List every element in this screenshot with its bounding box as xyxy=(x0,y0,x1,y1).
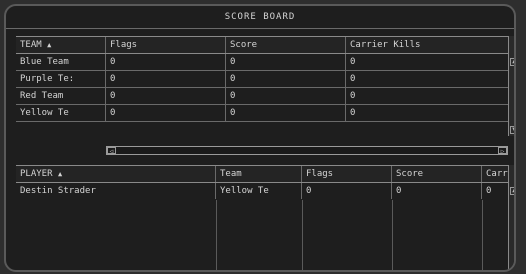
team-table: TEAM ▲ Flags Score Carrier Kills Blue Te… xyxy=(16,36,514,137)
player-column-label: PLAYER xyxy=(20,169,53,179)
team-name: Red Team xyxy=(16,88,106,104)
team-score: 0 xyxy=(226,105,346,121)
carrier-kills-column-header[interactable]: Carrier Kills xyxy=(346,37,514,53)
team-carrier-kills: 0 xyxy=(350,108,356,118)
team-flags: 0 xyxy=(106,71,226,87)
team-carrier-kills: 0 xyxy=(350,91,356,101)
team-carrier-kills: 0 xyxy=(350,74,356,84)
team-row[interactable]: Purple Te: 0 0 0 xyxy=(16,71,514,88)
scoreboard-panel: SCORE BOARD TEAM ▲ Flags Score Carrier K… xyxy=(4,4,516,272)
flags-column-header[interactable]: Flags xyxy=(302,166,392,182)
team-name: Purple Te: xyxy=(16,71,106,87)
team-row[interactable]: Blue Team 0 0 0 xyxy=(16,54,514,71)
scoreboard-title: SCORE BOARD xyxy=(224,12,296,22)
team-row[interactable]: Red Team 0 0 0 xyxy=(16,88,514,105)
team-flags: 0 xyxy=(106,88,226,104)
score-column-header[interactable]: Score xyxy=(226,37,346,53)
team-carrier-kills: 0 xyxy=(350,57,356,67)
player-column-header[interactable]: PLAYER ▲ xyxy=(16,166,216,182)
scroll-left-icon[interactable]: ◁ xyxy=(107,147,116,155)
scroll-up-icon[interactable]: ▲ xyxy=(510,58,514,66)
team-column-header[interactable]: TEAM ▲ xyxy=(16,37,106,53)
title-divider xyxy=(6,28,514,29)
player-team: Yellow Te xyxy=(216,183,302,199)
sort-ascending-icon: ▲ xyxy=(57,170,63,178)
scroll-right-icon[interactable]: ▷ xyxy=(498,147,507,155)
team-name: Yellow Te xyxy=(16,105,106,121)
column-divider xyxy=(482,200,483,270)
player-row[interactable]: Destin Strader Yellow Te 0 0 0 xyxy=(16,183,514,199)
column-divider xyxy=(302,200,303,270)
player-table-vertical-scrollbar[interactable]: ▲ xyxy=(508,165,514,270)
team-score: 0 xyxy=(226,54,346,70)
score-column-header[interactable]: Score xyxy=(392,166,482,182)
team-column-label: TEAM xyxy=(20,40,42,50)
team-table-vertical-scrollbar[interactable]: ▲ ▼ xyxy=(508,36,514,136)
team-table-horizontal-scrollbar[interactable]: ◁ ▷ xyxy=(106,146,508,155)
team-flags: 0 xyxy=(106,54,226,70)
player-table-header: PLAYER ▲ Team Flags Score Carr xyxy=(16,166,514,183)
flags-column-header[interactable]: Flags xyxy=(106,37,226,53)
team-column-header[interactable]: Team xyxy=(216,166,302,182)
team-score: 0 xyxy=(226,71,346,87)
scroll-up-icon[interactable]: ▲ xyxy=(510,187,514,195)
scroll-down-icon[interactable]: ▼ xyxy=(510,126,514,134)
column-divider xyxy=(392,200,393,270)
team-row[interactable]: Yellow Te 0 0 0 xyxy=(16,105,514,122)
player-score: 0 xyxy=(392,183,482,199)
team-score: 0 xyxy=(226,88,346,104)
player-name: Destin Strader xyxy=(16,183,216,199)
sort-ascending-icon: ▲ xyxy=(47,41,52,49)
team-name: Blue Team xyxy=(16,54,106,70)
player-flags: 0 xyxy=(302,183,392,199)
player-table: PLAYER ▲ Team Flags Score Carr Destin St… xyxy=(16,165,514,270)
team-flags: 0 xyxy=(106,105,226,121)
column-divider xyxy=(216,200,217,270)
team-table-header: TEAM ▲ Flags Score Carrier Kills xyxy=(16,37,514,54)
